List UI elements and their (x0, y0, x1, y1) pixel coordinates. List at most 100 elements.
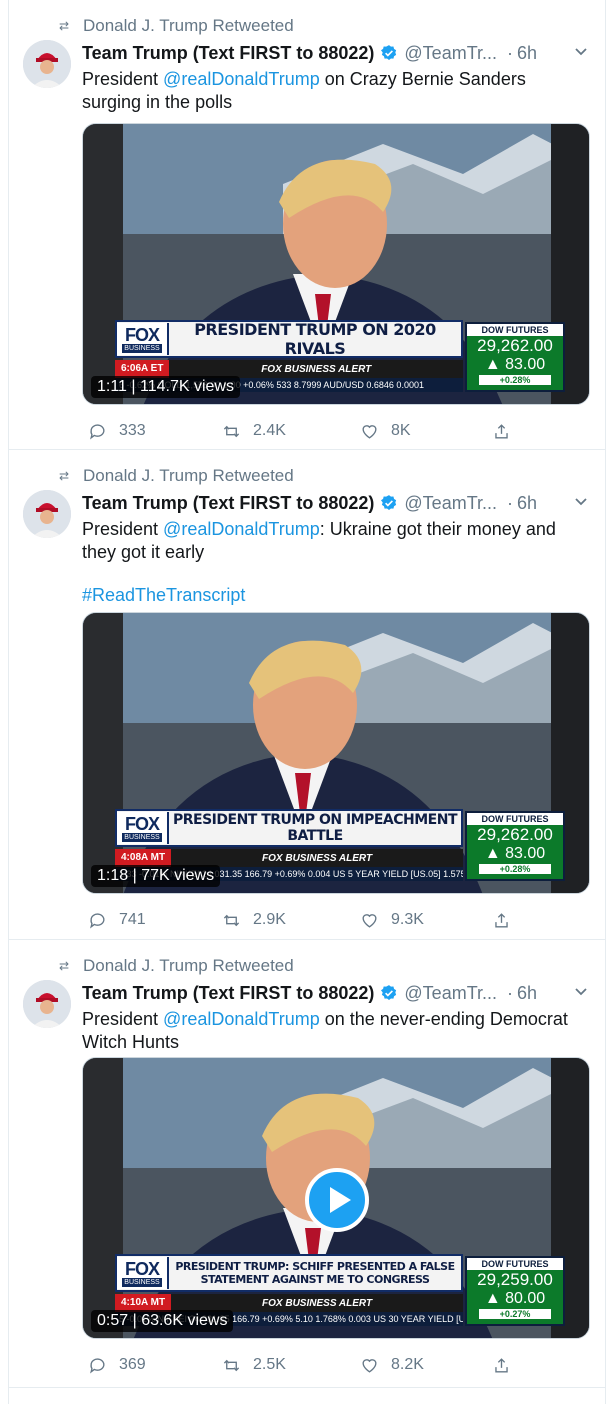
video-duration: 0:57 (97, 1312, 129, 1329)
reply-count: 741 (119, 911, 146, 928)
dow-futures-box: DOW FUTURES 29,262.00 ▲ 83.00 +0.28% (465, 322, 565, 392)
dow-label: DOW FUTURES (467, 324, 563, 336)
banner-headline: PRESIDENT TRUMP: SCHIFF PRESENTED A FALS… (175, 1260, 455, 1286)
like-count: 9.3K (391, 911, 424, 928)
avatar[interactable] (23, 490, 71, 538)
dow-label: DOW FUTURES (467, 1258, 563, 1270)
video-player[interactable]: FOX BUSINESS PRESIDENT TRUMP ON 2020 RIV… (82, 123, 590, 405)
tweet-text-prefix: President (82, 1009, 164, 1029)
tweet-timestamp[interactable]: 6h (517, 43, 537, 64)
dow-futures-box: DOW FUTURES 29,262.00 ▲ 83.00 +0.28% (465, 811, 565, 881)
video-duration: 1:18 (97, 867, 129, 884)
dow-percent: +0.27% (479, 1309, 551, 1319)
avatar[interactable] (23, 40, 71, 88)
heart-icon (362, 1358, 377, 1373)
retweet-count: 2.9K (253, 911, 286, 928)
retweet-button[interactable]: 2.5K (222, 1353, 286, 1377)
share-icon (495, 912, 508, 928)
news-banner: FOX BUSINESS PRESIDENT TRUMP ON 2020 RIV… (115, 320, 463, 358)
tweet[interactable]: ⇄ Donald J. Trump Retweeted Team Trump (… (9, 0, 605, 450)
dow-change: ▲ 83.00 (484, 845, 546, 862)
dow-change: ▲ 83.00 (484, 356, 546, 373)
like-button[interactable]: 8K (360, 419, 411, 443)
retweet-context: ⇄ Donald J. Trump Retweeted (55, 464, 294, 488)
tweet-actions: 741 2.9K 9.3K (82, 908, 522, 932)
retweet-small-icon: ⇄ (58, 469, 70, 483)
retweet-count: 2.5K (253, 1356, 286, 1373)
dow-futures-box: DOW FUTURES 29,259.00 ▲ 80.00 +0.27% (465, 1256, 565, 1326)
like-count: 8K (391, 422, 411, 439)
dow-value: 29,262.00 (477, 336, 553, 355)
fox-business-logo: FOX BUSINESS (117, 812, 169, 844)
network-alert: FOX BUSINESS ALERT (262, 852, 373, 864)
retweet-label: Donald J. Trump Retweeted (83, 956, 294, 975)
mention-link[interactable]: @realDonaldTrump (163, 1009, 320, 1029)
dow-label: DOW FUTURES (467, 813, 563, 825)
like-button[interactable]: 9.3K (360, 908, 424, 932)
video-duration-badge: 0:57 | 63.6K views (91, 1310, 234, 1332)
news-banner: FOX BUSINESS PRESIDENT TRUMP ON IMPEACHM… (115, 809, 463, 847)
reply-button[interactable]: 333 (88, 419, 146, 443)
tweet-header: Team Trump (Text FIRST to 88022) @TeamTr… (82, 490, 593, 516)
reply-icon (90, 1357, 105, 1374)
network-alert: FOX BUSINESS ALERT (261, 363, 372, 375)
author-name[interactable]: Team Trump (Text FIRST to 88022) (82, 983, 374, 1004)
video-duration-badge: 1:11 | 114.7K views (91, 376, 240, 398)
chevron-down-icon[interactable] (573, 43, 589, 59)
heart-icon (362, 424, 377, 439)
video-views: 114.7K views (140, 378, 234, 395)
retweet-icon (223, 425, 240, 437)
avatar[interactable] (23, 980, 71, 1028)
author-handle[interactable]: @TeamTr... (404, 493, 497, 514)
share-button[interactable] (492, 419, 523, 443)
retweet-label: Donald J. Trump Retweeted (83, 466, 294, 485)
verified-badge-icon (381, 495, 397, 510)
author-name[interactable]: Team Trump (Text FIRST to 88022) (82, 493, 374, 514)
mention-link[interactable]: @realDonaldTrump (163, 69, 320, 89)
reply-icon (90, 912, 105, 929)
like-button[interactable]: 8.2K (360, 1353, 424, 1377)
mention-link[interactable]: @realDonaldTrump (163, 519, 320, 539)
tweet-actions: 333 2.4K 8K (82, 419, 522, 443)
retweet-button[interactable]: 2.4K (222, 419, 286, 443)
tweet-actions: 369 2.5K 8.2K (82, 1353, 522, 1377)
chevron-down-icon[interactable] (573, 493, 589, 509)
banner-headline: PRESIDENT TRUMP ON IMPEACHMENT BATTLE (172, 812, 458, 844)
video-player[interactable]: FOX BUSINESS PRESIDENT TRUMP ON IMPEACHM… (82, 612, 590, 894)
author-name[interactable]: Team Trump (Text FIRST to 88022) (82, 43, 374, 64)
fox-business-logo: FOX BUSINESS (117, 1257, 169, 1289)
tweet-timestamp[interactable]: 6h (517, 983, 537, 1004)
tweet-text: President @realDonaldTrump: Ukraine got … (82, 518, 587, 607)
retweet-small-icon: ⇄ (58, 959, 70, 973)
dow-percent: +0.28% (479, 375, 551, 385)
reply-icon (90, 423, 105, 440)
retweet-button[interactable]: 2.9K (222, 908, 286, 932)
separator-dot: · (507, 982, 514, 1003)
tweet[interactable]: ⇄ Donald J. Trump Retweeted Team Trump (… (9, 450, 605, 940)
video-views: 77K views (141, 867, 215, 884)
reply-button[interactable]: 741 (88, 908, 146, 932)
video-duration: 1:11 (97, 378, 127, 395)
network-alert: FOX BUSINESS ALERT (262, 1297, 373, 1309)
verified-badge-icon (381, 985, 397, 1000)
chevron-down-icon[interactable] (573, 983, 589, 999)
retweet-label: Donald J. Trump Retweeted (83, 16, 294, 35)
fox-business-logo: FOX BUSINESS (117, 323, 169, 355)
heart-icon (362, 913, 377, 928)
author-handle[interactable]: @TeamTr... (404, 983, 497, 1004)
hashtag-link[interactable]: #ReadTheTranscript (82, 584, 587, 607)
share-button[interactable] (492, 1353, 523, 1377)
play-button[interactable] (305, 1168, 369, 1232)
tweet[interactable]: ⇄ Donald J. Trump Retweeted Team Trump (… (9, 940, 605, 1388)
author-handle[interactable]: @TeamTr... (404, 43, 497, 64)
video-player[interactable]: FOX BUSINESS PRESIDENT TRUMP: SCHIFF PRE… (82, 1057, 590, 1339)
reply-count: 333 (119, 422, 146, 439)
reply-button[interactable]: 369 (88, 1353, 146, 1377)
share-button[interactable] (492, 908, 523, 932)
retweet-context: ⇄ Donald J. Trump Retweeted (55, 14, 294, 38)
play-icon (330, 1187, 351, 1213)
tweet-timestamp[interactable]: 6h (517, 493, 537, 514)
tweet-text-prefix: President (82, 519, 164, 539)
separator-dot: · (507, 492, 514, 513)
separator-dot: · (507, 42, 514, 63)
